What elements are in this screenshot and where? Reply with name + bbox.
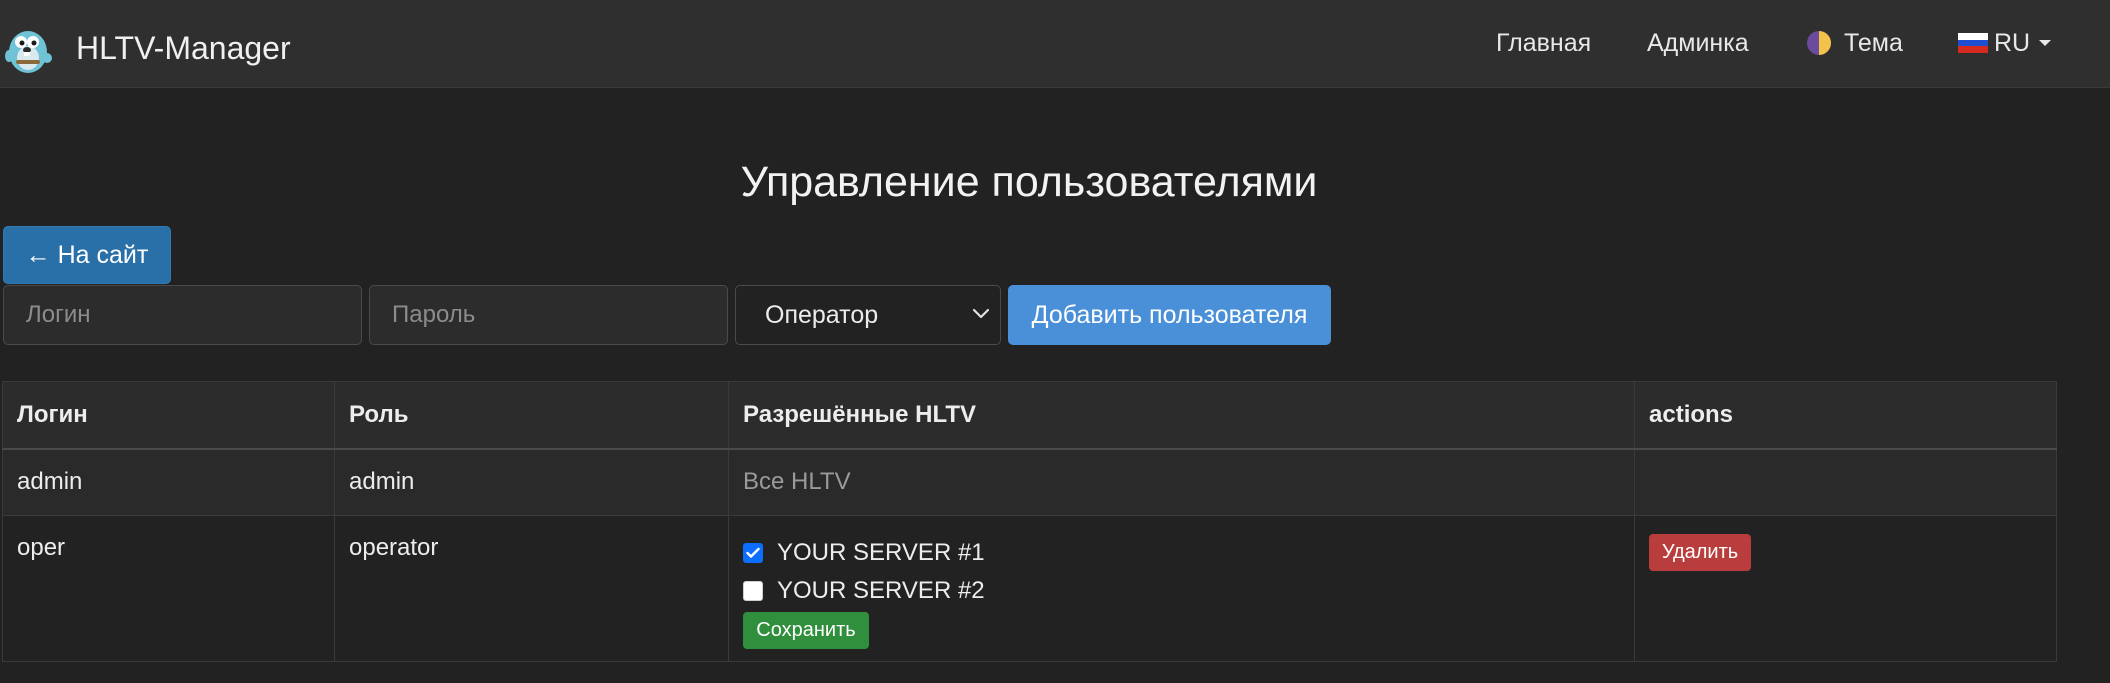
brand[interactable]: HLTV-Manager (2, 22, 291, 74)
cell-role: operator (334, 515, 729, 662)
nav-language-dropdown[interactable]: RU (1958, 28, 2052, 58)
password-input[interactable] (369, 285, 728, 345)
nav-theme-toggle[interactable]: Тема (1806, 28, 1903, 58)
navbar: HLTV-Manager Главная Админка Тема RU (0, 0, 2110, 88)
russia-flag-icon (1958, 33, 1988, 53)
save-permissions-button[interactable]: Сохранить (743, 612, 869, 649)
table-header-row: Логин Роль Разрешённые HLTV actions (2, 381, 2057, 450)
cell-login: oper (2, 515, 335, 662)
back-to-site-button[interactable]: ← На сайт (3, 226, 171, 284)
add-user-button[interactable]: Добавить пользователя (1008, 285, 1331, 345)
server-1-checkbox[interactable] (743, 543, 763, 563)
chevron-down-icon (972, 308, 990, 319)
cell-allowed-hltv: Все HLTV (728, 448, 1635, 516)
server-2-label: YOUR SERVER #2 (777, 577, 985, 604)
server-permission-item[interactable]: YOUR SERVER #1 (743, 534, 1620, 572)
header-role: Роль (334, 381, 729, 450)
table-row: oper operator YOUR SERVER #1 YOUR SERVER… (2, 515, 2057, 662)
delete-user-button[interactable]: Удалить (1649, 534, 1751, 571)
page-title: Управление пользователями (740, 158, 1318, 206)
gopher-logo-icon (5, 31, 52, 73)
brand-title: HLTV-Manager (76, 30, 291, 66)
nav-link-admin[interactable]: Админка (1647, 28, 1749, 58)
role-select-value: Оператор (765, 300, 879, 329)
login-input[interactable] (3, 285, 362, 345)
cell-allowed-hltv: YOUR SERVER #1 YOUR SERVER #2 Сохранить (728, 515, 1635, 662)
nav-theme-label: Тема (1844, 29, 1903, 57)
cell-actions: Удалить (1634, 515, 2057, 662)
users-table: Логин Роль Разрешённые HLTV actions admi… (2, 381, 2057, 662)
header-actions: actions (1634, 381, 2057, 450)
cell-role: admin (334, 448, 729, 516)
table-row: admin admin Все HLTV (2, 448, 2057, 516)
server-1-label: YOUR SERVER #1 (777, 539, 985, 566)
header-login: Логин (2, 381, 335, 450)
server-2-checkbox[interactable] (743, 581, 763, 601)
checkmark-icon (746, 547, 760, 558)
server-permission-item[interactable]: YOUR SERVER #2 (743, 572, 1620, 610)
cell-login: admin (2, 448, 335, 516)
nav-language-label: RU (1994, 29, 2031, 57)
caret-down-icon (2039, 40, 2052, 46)
cell-actions (1634, 448, 2057, 516)
header-allowed-hltv: Разрешённые HLTV (728, 381, 1635, 450)
half-moon-theme-icon (1807, 31, 1831, 55)
nav-link-home[interactable]: Главная (1496, 28, 1591, 58)
role-select[interactable]: Оператор (735, 285, 1001, 345)
